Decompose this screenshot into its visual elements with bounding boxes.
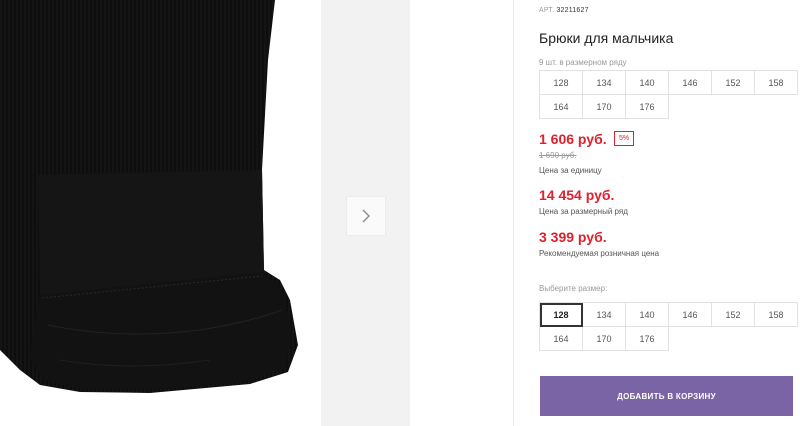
size-option[interactable]: 134 [583,303,626,327]
trouser-leg-image [0,0,298,393]
row-price-label: Цена за размерный ряд [539,207,628,216]
size-row-cell: 164 [540,95,583,119]
size-row-cell: 176 [626,95,669,119]
choose-size-label: Выберите размер: [539,284,608,293]
size-row-cell: 140 [626,71,669,95]
size-row-cell: 146 [669,71,712,95]
size-option[interactable]: 170 [583,327,626,351]
size-option[interactable]: 158 [755,303,798,327]
article-line: АРТ. 32211627 [539,7,589,14]
article-number: 32211627 [556,7,589,14]
column-divider [513,0,514,426]
size-option[interactable]: 140 [626,303,669,327]
size-row-cell: 134 [583,71,626,95]
unit-price-label: Цена за единицу [539,166,602,175]
unit-price: 1 606 руб. [539,131,607,147]
size-row-cell: 152 [712,71,755,95]
size-selector: 128 134 140 146 152 158 164 170 176 [539,302,798,351]
product-image [0,0,312,426]
size-row-cell: 128 [540,71,583,95]
article-label: АРТ. [539,7,555,14]
size-row-cell: 158 [755,71,798,95]
size-row-table: 128 134 140 146 152 158 164 170 176 [539,70,798,119]
size-option-selected[interactable]: 128 [540,303,583,327]
size-option[interactable]: 176 [626,327,669,351]
old-price: 1 690 руб. [539,151,577,160]
discount-badge: 5% [614,131,635,146]
next-image-button[interactable] [346,196,386,236]
size-option[interactable]: 146 [669,303,712,327]
rrp-price: 3 399 руб. [539,229,607,245]
rrp-price-label: Рекомендуемая розничная цена [539,249,660,258]
chevron-right-icon [362,209,370,223]
add-to-cart-button[interactable]: ДОБАВИТЬ В КОРЗИНУ [540,376,793,416]
size-option[interactable]: 164 [540,327,583,351]
size-row-cell: 170 [583,95,626,119]
size-option[interactable]: 152 [712,303,755,327]
sizes-in-row-note: 9 шт. в размерном ряду [539,58,627,67]
row-price: 14 454 руб. [539,187,615,203]
product-title: Брюки для мальчика [539,30,674,46]
